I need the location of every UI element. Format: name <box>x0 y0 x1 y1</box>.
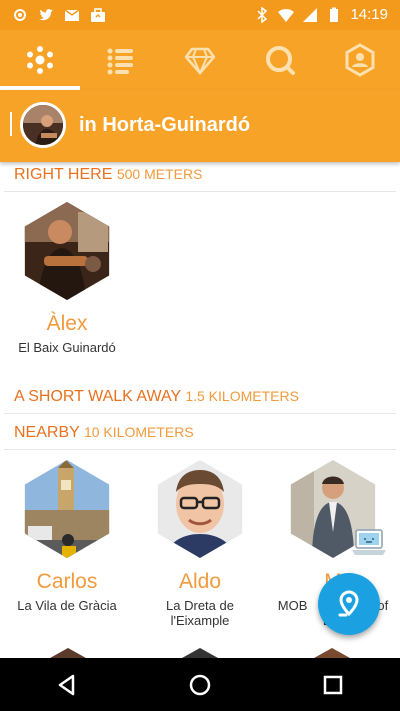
status-bar: 14:19 <box>0 0 400 30</box>
signal-icon <box>303 7 318 22</box>
tab-list[interactable] <box>80 30 160 90</box>
person-area-line: l'Eixample <box>170 613 230 628</box>
section-distance: 1.5 KILOMETERS <box>185 388 299 404</box>
location-header[interactable]: in Horta-Guinardó <box>0 90 400 162</box>
section-short-walk: A SHORT WALK AWAY 1.5 KILOMETERS <box>14 388 299 406</box>
person-card-aldo[interactable]: Aldo La Dreta de l'Eixample <box>135 460 265 628</box>
tab-nearby[interactable] <box>0 30 80 90</box>
system-nav-bar <box>0 658 400 711</box>
list-icon <box>107 48 133 75</box>
laptop-icon <box>352 529 386 555</box>
section-distance: 500 METERS <box>116 166 203 182</box>
next-row-avatars <box>50 648 350 658</box>
avatar <box>24 460 110 558</box>
check-in-button[interactable] <box>318 573 380 635</box>
profile-icon <box>345 43 375 77</box>
diamond-icon <box>184 47 216 76</box>
section-nearby: NEARBY 10 KILOMETERS <box>14 424 194 442</box>
person-name: Àlex <box>46 312 88 335</box>
section-title: RIGHT HERE <box>14 166 113 183</box>
settings-app-icon <box>14 9 26 21</box>
section-right-here: RIGHT HERE 500 METERS <box>14 166 202 184</box>
status-clock: 14:19 <box>350 6 388 23</box>
person-area: La Vila de Gràcia <box>17 598 117 613</box>
recents-icon[interactable] <box>320 672 346 698</box>
back-icon[interactable] <box>54 672 80 698</box>
person-name: Aldo <box>178 570 222 593</box>
divider <box>4 413 396 414</box>
avatar <box>24 202 110 300</box>
location-title: in Horta-Guinardó <box>79 114 251 136</box>
briefcase-icon <box>91 8 105 22</box>
section-title: A SHORT WALK AWAY <box>14 388 181 405</box>
location-pin-icon <box>338 590 359 617</box>
person-name: Carlos <box>36 570 98 593</box>
inbox-icon <box>64 9 80 21</box>
divider <box>4 191 396 192</box>
person-card-alex[interactable]: Àlex El Baix Guinardó <box>2 202 132 355</box>
location-avatar <box>20 102 66 148</box>
person-card-carlos[interactable]: Carlos La Vila de Gràcia <box>2 460 132 613</box>
tab-bar <box>0 30 400 90</box>
person-area-start: MOB <box>277 598 308 613</box>
tab-profile[interactable] <box>320 30 400 90</box>
location-indicator <box>10 112 12 136</box>
tab-diamond[interactable] <box>160 30 240 90</box>
person-area-line: La Dreta de <box>166 598 234 613</box>
dots-cluster-icon <box>27 46 53 74</box>
twitter-icon <box>39 9 53 21</box>
section-distance: 10 KILOMETERS <box>83 424 194 440</box>
search-icon <box>266 46 295 75</box>
wifi-icon <box>278 8 295 22</box>
home-icon[interactable] <box>187 672 213 698</box>
divider <box>4 449 396 450</box>
battery-icon <box>330 7 339 22</box>
bluetooth-icon <box>257 6 268 23</box>
person-area: La Dreta de l'Eixample <box>135 598 265 628</box>
avatar <box>157 460 243 558</box>
person-area: El Baix Guinardó <box>18 340 116 355</box>
tab-search[interactable] <box>240 30 320 90</box>
section-title: NEARBY <box>14 424 80 441</box>
